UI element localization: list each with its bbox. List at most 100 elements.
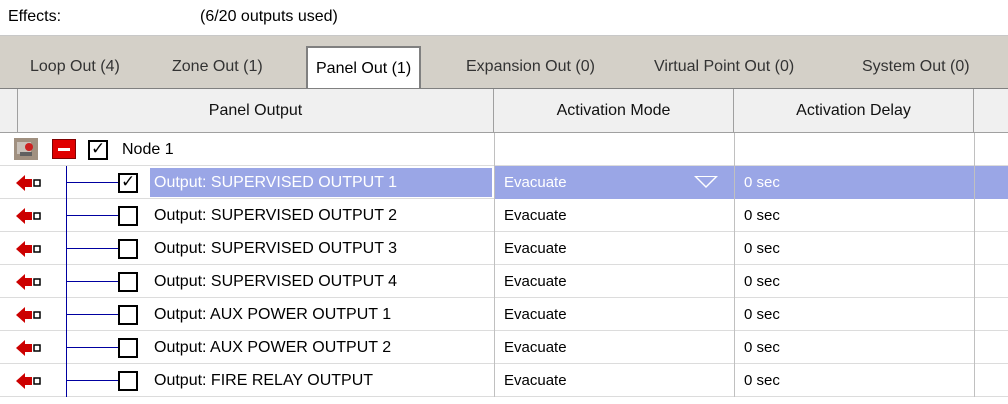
output-name: Output: SUPERVISED OUTPUT 2 xyxy=(154,207,398,224)
activation-delay-value: 0 sec xyxy=(744,339,780,356)
tab-expansion-out[interactable]: Expansion Out (0) xyxy=(458,50,603,84)
tab-virtual-point-out[interactable]: Virtual Point Out (0) xyxy=(646,50,802,84)
output-arrow-icon xyxy=(16,274,41,290)
activation-mode-value: Evacuate xyxy=(504,372,567,389)
activation-delay-value: 0 sec xyxy=(744,174,780,191)
output-checkbox[interactable] xyxy=(118,371,138,391)
activation-mode-value: Evacuate xyxy=(504,240,567,257)
activation-mode-cell[interactable]: Evacuate xyxy=(494,199,734,232)
output-checkbox[interactable] xyxy=(118,206,138,226)
node-label: Node 1 xyxy=(122,141,174,158)
output-row[interactable]: Output: FIRE RELAY OUTPUT Evacuate 0 sec xyxy=(0,364,1008,397)
column-header-panel-output[interactable]: Panel Output xyxy=(18,89,494,133)
activation-delay-value: 0 sec xyxy=(744,207,780,224)
activation-mode-value: Evacuate xyxy=(504,339,567,356)
row-filler xyxy=(974,364,1008,397)
node-cell: ✓ Node 1 xyxy=(0,133,494,166)
output-type-tabs: Loop Out (4) Zone Out (1) Panel Out (1) … xyxy=(0,36,1008,88)
panel-output-grid: Panel Output Activation Mode Activation … xyxy=(0,88,1008,404)
activation-mode-cell[interactable]: Evacuate xyxy=(494,331,734,364)
output-checkbox[interactable] xyxy=(118,305,138,325)
tree-connector xyxy=(66,215,118,216)
output-checkbox[interactable] xyxy=(118,272,138,292)
panel-output-cell[interactable]: Output: AUX POWER OUTPUT 2 xyxy=(0,331,494,364)
activation-delay-value: 0 sec xyxy=(744,306,780,323)
activation-mode-cell[interactable]: Evacuate xyxy=(494,232,734,265)
output-name: Output: FIRE RELAY OUTPUT xyxy=(154,372,374,389)
output-arrow-icon xyxy=(16,241,41,257)
tree-connector xyxy=(66,281,118,282)
activation-mode-value: Evacuate xyxy=(504,174,567,191)
output-checkbox[interactable]: ✓ xyxy=(118,172,138,193)
tab-zone-out[interactable]: Zone Out (1) xyxy=(164,50,271,84)
activation-delay-cell[interactable]: 0 sec xyxy=(734,166,974,199)
header-spacer xyxy=(0,89,18,133)
row-filler xyxy=(974,199,1008,232)
output-name: Output: SUPERVISED OUTPUT 4 xyxy=(154,273,398,290)
output-row[interactable]: ✓ Output: SUPERVISED OUTPUT 1 Evacuate 0… xyxy=(0,166,1008,199)
activation-delay-cell[interactable]: 0 sec xyxy=(734,364,974,397)
output-arrow-icon xyxy=(16,208,41,224)
node-checkbox[interactable]: ✓ xyxy=(88,139,108,160)
tree-connector xyxy=(66,380,118,381)
activation-mode-cell[interactable]: Evacuate xyxy=(494,364,734,397)
tree-connector xyxy=(66,347,118,348)
activation-mode-value: Evacuate xyxy=(504,273,567,290)
collapse-node-icon[interactable] xyxy=(52,139,76,159)
output-row[interactable]: Output: AUX POWER OUTPUT 2 Evacuate 0 se… xyxy=(0,331,1008,364)
row-filler xyxy=(974,166,1008,199)
output-row[interactable]: Output: SUPERVISED OUTPUT 4 Evacuate 0 s… xyxy=(0,265,1008,298)
activation-mode-cell[interactable]: Evacuate xyxy=(494,298,734,331)
panel-output-cell[interactable]: Output: SUPERVISED OUTPUT 3 xyxy=(0,232,494,265)
activation-mode-cell[interactable]: Evacuate xyxy=(494,166,734,199)
effects-bar: Effects: (6/20 outputs used) xyxy=(0,0,1008,36)
panel-output-cell[interactable]: Output: SUPERVISED OUTPUT 2 xyxy=(0,199,494,232)
header-filler xyxy=(974,89,1008,133)
output-checkbox[interactable] xyxy=(118,239,138,259)
tree-connector xyxy=(66,182,118,183)
output-checkbox[interactable] xyxy=(118,338,138,358)
column-header-activation-mode[interactable]: Activation Mode xyxy=(494,89,734,133)
tree-node-row[interactable]: ✓ Node 1 xyxy=(0,133,1008,166)
node-icon xyxy=(14,138,38,160)
activation-delay-cell[interactable]: 0 sec xyxy=(734,199,974,232)
output-arrow-icon xyxy=(16,340,41,356)
activation-delay-value: 0 sec xyxy=(744,372,780,389)
panel-output-cell[interactable]: Output: AUX POWER OUTPUT 1 xyxy=(0,298,494,331)
output-arrow-icon xyxy=(16,373,41,389)
output-row[interactable]: Output: SUPERVISED OUTPUT 2 Evacuate 0 s… xyxy=(0,199,1008,232)
activation-mode-value: Evacuate xyxy=(504,306,567,323)
panel-output-cell[interactable]: ✓ Output: SUPERVISED OUTPUT 1 xyxy=(0,166,494,199)
activation-delay-value: 0 sec xyxy=(744,273,780,290)
output-arrow-icon xyxy=(16,175,41,191)
activation-delay-cell[interactable]: 0 sec xyxy=(734,298,974,331)
column-header-activation-delay[interactable]: Activation Delay xyxy=(734,89,974,133)
checkmark-icon: ✓ xyxy=(91,139,106,158)
activation-delay-value: 0 sec xyxy=(744,240,780,257)
row-filler xyxy=(974,265,1008,298)
panel-output-cell[interactable]: Output: SUPERVISED OUTPUT 4 xyxy=(0,265,494,298)
tab-panel-out[interactable]: Panel Out (1) xyxy=(306,46,422,88)
output-name: Output: AUX POWER OUTPUT 1 xyxy=(154,306,392,323)
activation-delay-cell[interactable]: 0 sec xyxy=(734,232,974,265)
activation-mode-cell[interactable]: Evacuate xyxy=(494,265,734,298)
activation-mode-value: Evacuate xyxy=(504,207,567,224)
output-row[interactable]: Output: SUPERVISED OUTPUT 3 Evacuate 0 s… xyxy=(0,232,1008,265)
output-row[interactable]: Output: AUX POWER OUTPUT 1 Evacuate 0 se… xyxy=(0,298,1008,331)
tree-connector xyxy=(66,248,118,249)
checkmark-icon: ✓ xyxy=(121,172,136,191)
panel-output-cell[interactable]: Output: FIRE RELAY OUTPUT xyxy=(0,364,494,397)
row-filler xyxy=(974,298,1008,331)
outputs-used-count: (6/20 outputs used) xyxy=(200,8,338,25)
tree-connector xyxy=(66,314,118,315)
activation-delay-cell[interactable]: 0 sec xyxy=(734,265,974,298)
output-name: Output: SUPERVISED OUTPUT 3 xyxy=(154,240,398,257)
output-name: Output: SUPERVISED OUTPUT 1 xyxy=(154,174,398,191)
tab-loop-out[interactable]: Loop Out (4) xyxy=(22,50,128,84)
output-name: Output: AUX POWER OUTPUT 2 xyxy=(154,339,392,356)
dropdown-arrow-icon[interactable] xyxy=(694,176,718,188)
output-arrow-icon xyxy=(16,307,41,323)
row-filler xyxy=(974,331,1008,364)
tab-system-out[interactable]: System Out (0) xyxy=(854,50,978,84)
activation-delay-cell[interactable]: 0 sec xyxy=(734,331,974,364)
